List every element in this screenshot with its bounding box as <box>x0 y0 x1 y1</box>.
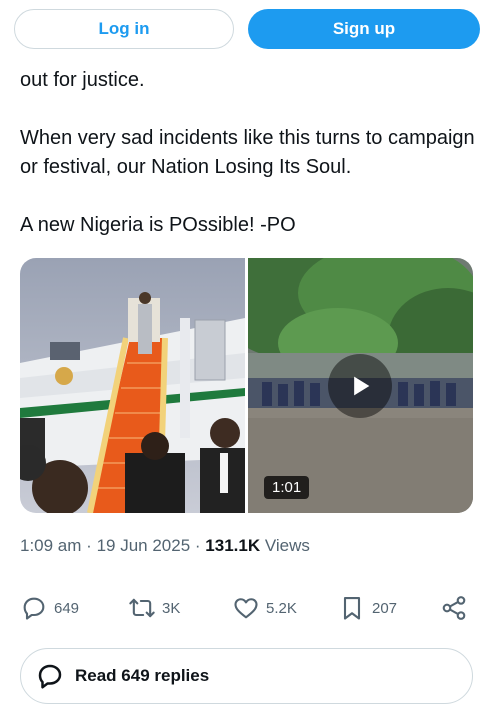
tweet-paragraph: A new Nigeria is POssible! -PO <box>20 214 296 236</box>
video-duration-badge: 1:01 <box>264 476 310 499</box>
meta-separator: · <box>86 536 97 555</box>
tweet-paragraph: out for justice. <box>20 69 145 91</box>
share-icon <box>442 596 466 620</box>
play-button[interactable] <box>328 354 392 418</box>
share-button[interactable] <box>440 590 468 626</box>
video-thumbnail[interactable]: 1:01 <box>248 258 473 513</box>
repost-count: 3K <box>162 599 181 617</box>
login-button[interactable]: Log in <box>14 9 234 49</box>
photo-illustration <box>20 258 245 513</box>
tweet-text: out for justice. When very sad incidents… <box>20 66 480 240</box>
views-count: 131.1K <box>205 536 261 555</box>
signup-button[interactable]: Sign up <box>248 9 480 49</box>
repost-button[interactable]: 3K <box>128 590 180 626</box>
reply-bubble-icon <box>23 597 45 620</box>
bookmark-icon <box>343 597 361 620</box>
repost-arrows-icon <box>129 598 155 618</box>
views-label: Views <box>264 536 310 555</box>
tweet-time[interactable]: 1:09 am <box>20 536 81 555</box>
read-replies-button[interactable]: Read 649 replies <box>20 648 473 704</box>
like-count: 5.2K <box>266 599 297 617</box>
play-icon <box>354 376 370 396</box>
tweet-actions: 649 3K 5.2K 207 <box>20 590 473 626</box>
tweet-date[interactable]: 19 Jun 2025 <box>97 536 191 555</box>
tweet-paragraph: When very sad incidents like this turns … <box>20 127 475 178</box>
photo-airplane-stairs[interactable] <box>20 258 245 513</box>
bookmark-button[interactable]: 207 <box>338 590 397 626</box>
read-replies-label: Read 649 replies <box>75 666 210 685</box>
reply-button[interactable]: 649 <box>20 590 79 626</box>
tweet-meta: 1:09 am · 19 Jun 2025 · 131.1K Views <box>20 536 310 556</box>
reply-bubble-icon <box>38 664 62 689</box>
like-button[interactable]: 5.2K <box>232 590 297 626</box>
tweet-media: 1:01 <box>20 258 473 513</box>
heart-icon <box>234 598 258 619</box>
meta-separator: · <box>194 536 206 555</box>
bookmark-count: 207 <box>372 599 398 617</box>
reply-count: 649 <box>54 599 80 617</box>
top-bar: Log in Sign up <box>0 0 493 58</box>
